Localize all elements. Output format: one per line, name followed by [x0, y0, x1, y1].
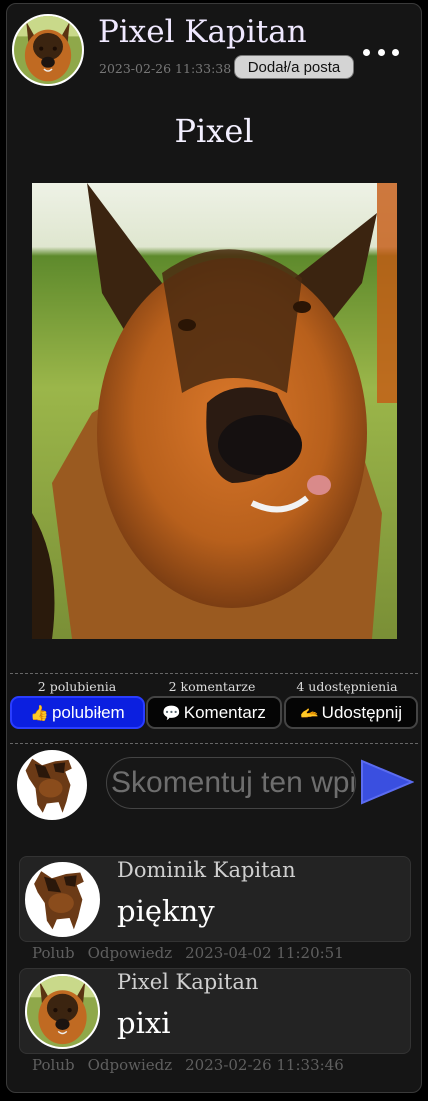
comment-reply-link[interactable]: Odpowiedz [88, 1056, 173, 1074]
author-avatar[interactable] [12, 14, 84, 86]
share-button[interactable]: 🫴 Udostępnij [284, 696, 418, 729]
shares-count[interactable]: 4 udostępnienia [282, 679, 412, 694]
likes-count[interactable]: 2 polubienia [12, 679, 142, 694]
added-post-badge: Dodał/a posta [234, 55, 354, 79]
more-options-icon[interactable] [363, 46, 399, 58]
post-timestamp: 2023-02-26 11:33:38 [99, 61, 232, 76]
comment-button[interactable]: 💬 Komentarz [146, 696, 282, 729]
comment-author[interactable]: Pixel Kapitan [117, 970, 258, 994]
send-arrow-icon[interactable] [360, 759, 414, 805]
comment-avatar[interactable] [25, 974, 100, 1049]
comment-actions: Polub Odpowiedz 2023-04-02 11:20:51 [32, 944, 344, 962]
thumbs-up-icon: 👍 [30, 704, 49, 722]
comment-actions: Polub Odpowiedz 2023-02-26 11:33:46 [32, 1056, 344, 1074]
comment-reply-link[interactable]: Odpowiedz [88, 944, 173, 962]
dog-photo [27, 976, 98, 1047]
comment-label: Komentarz [183, 702, 266, 722]
dog-photo [27, 864, 98, 935]
comment-input[interactable] [106, 757, 356, 809]
dog-photo [32, 183, 397, 639]
comments-count[interactable]: 2 komentarze [147, 679, 277, 694]
comment-text: piękny [117, 894, 215, 928]
share-hand-icon: 🫴 [299, 704, 319, 722]
author-name[interactable]: Pixel Kapitan [98, 14, 307, 50]
comment-like-link[interactable]: Polub [32, 944, 75, 962]
like-button[interactable]: 👍 polubiłem [10, 696, 145, 729]
comment-avatar[interactable] [25, 862, 100, 937]
divider [10, 743, 418, 744]
dog-photo [19, 752, 85, 818]
comment-author[interactable]: Dominik Kapitan [117, 858, 296, 882]
dog-photo [14, 16, 82, 84]
comment-text: pixi [117, 1006, 171, 1040]
comment-time: 2023-04-02 11:20:51 [185, 944, 344, 962]
share-label: Udostępnij [321, 702, 402, 722]
comment-time: 2023-02-26 11:33:46 [185, 1056, 344, 1074]
current-user-avatar[interactable] [17, 750, 87, 820]
speech-bubble-icon: 💬 [162, 704, 181, 722]
post-photo[interactable] [32, 183, 397, 639]
like-label: polubiłem [51, 702, 125, 722]
post-title: Pixel [174, 112, 254, 150]
comment-like-link[interactable]: Polub [32, 1056, 75, 1074]
divider [10, 673, 418, 674]
